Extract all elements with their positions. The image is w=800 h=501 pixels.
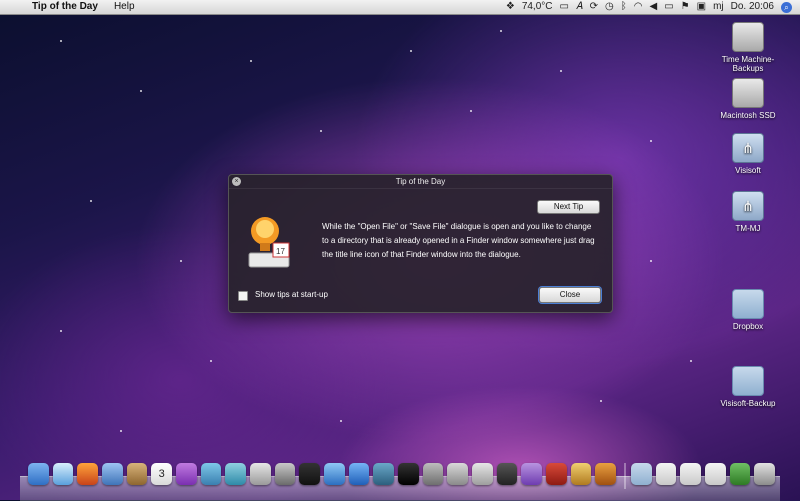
preview-icon[interactable] bbox=[250, 463, 271, 485]
dock: 3 bbox=[20, 458, 780, 501]
desktop-icon-label: Macintosh SSD bbox=[720, 111, 776, 120]
show-tips-checkbox[interactable] bbox=[238, 291, 248, 301]
volume-icon[interactable]: ◀ bbox=[649, 0, 657, 14]
desktop-icon-visisoft[interactable]: ⋔ Visisoft bbox=[708, 133, 788, 175]
close-button[interactable]: Close bbox=[539, 287, 601, 303]
folder-icon bbox=[732, 289, 764, 319]
desktop-icon-label: Dropbox bbox=[732, 322, 764, 331]
clock[interactable]: Do. 20:06 bbox=[731, 0, 774, 14]
acrobat-icon[interactable] bbox=[546, 463, 567, 485]
app-icon[interactable] bbox=[521, 463, 543, 485]
app-icon[interactable] bbox=[472, 463, 493, 485]
tip-text: While the "Open File" or "Save File" dia… bbox=[322, 222, 595, 259]
safari-icon[interactable] bbox=[52, 463, 74, 485]
dropbox-status-icon[interactable]: ❖ bbox=[506, 0, 515, 14]
wifi-icon[interactable]: ◠ bbox=[634, 0, 643, 14]
desktop-icon-dropbox[interactable]: Dropbox bbox=[708, 289, 788, 331]
network-drive-icon: ⋔ bbox=[732, 133, 764, 163]
time-machine-icon[interactable]: ◷ bbox=[605, 0, 614, 14]
dialog-title: Tip of the Day bbox=[395, 177, 446, 186]
desktop-icon-macintosh-ssd[interactable]: Macintosh SSD bbox=[708, 78, 788, 120]
script-icon[interactable]: 𝐴 bbox=[576, 0, 583, 14]
folder-app-icon[interactable] bbox=[176, 463, 197, 485]
camera-icon[interactable] bbox=[274, 463, 296, 485]
folder-icon bbox=[732, 366, 764, 396]
dialog-titlebar[interactable]: × Tip of the Day bbox=[229, 175, 612, 189]
ical-icon[interactable]: 3 bbox=[151, 463, 173, 485]
app-icon[interactable] bbox=[570, 463, 592, 485]
menu-bar: Tip of the Day Help ❖ 74,0°C ▭ 𝐴 ⟳ ◷ ᛒ ◠… bbox=[0, 0, 800, 15]
lightbulb-icon: 17 bbox=[248, 217, 290, 268]
bluetooth-icon[interactable]: ᛒ bbox=[621, 0, 627, 14]
sync-icon[interactable]: ⟳ bbox=[590, 0, 598, 14]
menu-app-name[interactable]: Tip of the Day bbox=[24, 0, 106, 14]
display-icon[interactable]: ▭ bbox=[560, 0, 569, 14]
menu-help[interactable]: Help bbox=[106, 0, 143, 14]
time-machine-icon[interactable] bbox=[373, 463, 395, 485]
desktop-icon-label: Visisoft-Backup bbox=[720, 399, 776, 408]
flag-icon[interactable]: ⚑ bbox=[681, 0, 690, 14]
user-menu[interactable]: mj bbox=[713, 0, 724, 14]
app-store-icon[interactable] bbox=[348, 463, 370, 485]
temperature-readout[interactable]: 74,0°C bbox=[522, 0, 553, 14]
network-drive-icon: ⋔ bbox=[732, 191, 764, 221]
desktop-icon-visisoft-backup[interactable]: Visisoft-Backup bbox=[708, 366, 788, 408]
dock-separator bbox=[624, 463, 626, 489]
battery-icon[interactable]: ▭ bbox=[664, 0, 673, 14]
firefox-icon[interactable] bbox=[77, 463, 99, 485]
close-icon[interactable]: × bbox=[232, 177, 241, 186]
finder-icon[interactable] bbox=[28, 463, 49, 485]
lock-icon[interactable]: ▣ bbox=[697, 0, 706, 14]
next-tip-button[interactable]: Next Tip bbox=[537, 200, 600, 214]
drive-icon bbox=[732, 78, 764, 108]
app-icon[interactable] bbox=[595, 463, 617, 485]
drive-icon bbox=[732, 22, 764, 52]
status-area: ❖ 74,0°C ▭ 𝐴 ⟳ ◷ ᛒ ◠ ◀ ▭ ⚑ ▣ mj Do. 20:0… bbox=[506, 0, 792, 14]
dashboard-icon[interactable] bbox=[447, 463, 469, 485]
app-icon[interactable] bbox=[200, 463, 222, 485]
desktop-icon-tm-mj[interactable]: ⋔ TM-MJ bbox=[708, 191, 788, 233]
spotlight-icon[interactable]: ⌕ bbox=[781, 1, 792, 13]
document-icon[interactable] bbox=[655, 463, 677, 485]
address-book-icon[interactable] bbox=[126, 463, 148, 485]
desktop-icon-label: Time Machine-Backups bbox=[721, 55, 775, 73]
itunes-icon[interactable] bbox=[324, 463, 345, 485]
desktop-icon-label: Visisoft bbox=[735, 166, 761, 175]
mail-icon[interactable] bbox=[496, 463, 518, 485]
desktop-icon-time-machine[interactable]: Time Machine-Backups bbox=[708, 22, 788, 73]
desktop-icon-label: TM-MJ bbox=[735, 224, 761, 233]
trash-icon[interactable] bbox=[754, 463, 776, 485]
system-icon[interactable] bbox=[225, 463, 247, 485]
svg-text:17: 17 bbox=[276, 247, 285, 256]
system-preferences-icon[interactable] bbox=[422, 463, 444, 485]
tip-of-the-day-dialog: × Tip of the Day 17 While the "Open File… bbox=[228, 174, 613, 313]
terminal-icon[interactable] bbox=[398, 463, 419, 485]
app-icon[interactable] bbox=[729, 463, 751, 485]
camera-icon[interactable] bbox=[299, 463, 321, 485]
document-icon[interactable] bbox=[705, 463, 726, 485]
show-tips-label[interactable]: Show tips at start-up bbox=[255, 289, 328, 301]
document-icon[interactable] bbox=[680, 463, 702, 485]
folder-icon[interactable] bbox=[631, 463, 652, 485]
dock-items: 3 bbox=[28, 463, 778, 493]
mail-icon[interactable] bbox=[102, 463, 123, 485]
